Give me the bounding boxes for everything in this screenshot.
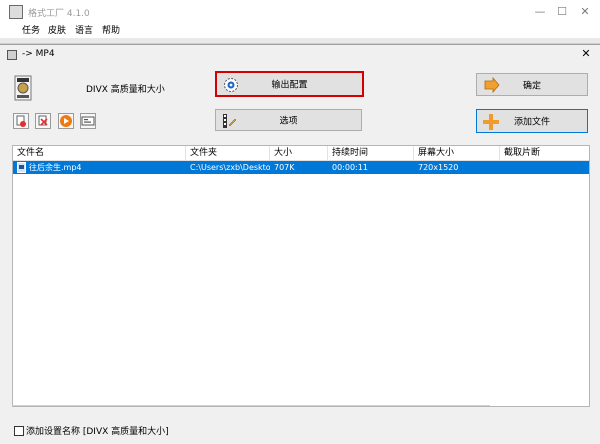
video-profile-icon [14,75,32,101]
column-header-screen-size[interactable]: 屏幕大小 [414,146,500,160]
column-header-folder[interactable]: 文件夹 [186,146,270,160]
column-header-clip[interactable]: 截取片断 [500,146,589,160]
play-button[interactable] [58,113,74,129]
column-header-duration[interactable]: 持续时间 [328,146,414,160]
menu-skin[interactable]: 皮肤 [48,24,66,38]
cell-size: 707K [274,163,295,172]
app-icon [9,5,23,19]
column-header-size[interactable]: 大小 [270,146,328,160]
cell-screen-size: 720x1520 [418,163,459,172]
save-setting-checkbox[interactable] [14,425,24,436]
cell-duration: 00:00:11 [332,163,368,172]
dialog-close-button[interactable]: ✕ [578,47,594,61]
column-header-filename[interactable]: 文件名 [13,146,186,160]
table-header: 文件名 文件夹 大小 持续时间 屏幕大小 截取片断 [13,146,589,161]
clear-icon [38,115,48,126]
profile-label: DIVX 高质量和大小 [86,85,165,95]
cell-clip [500,161,589,174]
play-icon [60,115,72,127]
save-setting-option[interactable]: 添加设置名称 [DIVX 高质量和大小] [14,424,169,437]
table-scroll-divider [12,405,490,406]
output-config-button[interactable]: 输出配置 [215,71,364,97]
media-info-button[interactable] [80,113,96,129]
file-list-table[interactable]: 文件名 文件夹 大小 持续时间 屏幕大小 截取片断 往后余生.mp4 C:\Us… [12,145,590,407]
menu-task[interactable]: 任务 [22,24,40,38]
dialog-title: -> MP4 [22,49,55,59]
dialog-icon [7,50,17,60]
main-window-title: 格式工厂 4.1.0 [28,9,90,19]
table-row[interactable]: 往后余生.mp4 C:\Users\zxb\Desktop 707K 00:00… [13,161,589,174]
maximize-button[interactable]: ☐ [551,3,573,21]
ok-button[interactable]: 确定 [476,73,588,96]
media-info-icon [81,116,95,126]
options-button[interactable]: 选项 [215,109,362,131]
cell-folder: C:\Users\zxb\Desktop [190,163,270,172]
close-button[interactable]: ✕ [574,3,596,21]
main-titlebar: 格式工厂 4.1.0 — ☐ ✕ [0,0,600,24]
minimize-button[interactable]: — [529,3,551,21]
add-file-label: 添加文件 [513,117,550,128]
remove-button[interactable] [13,113,29,129]
ok-label: 确定 [522,81,541,91]
menu-help[interactable]: 帮助 [102,24,120,38]
menubar: 任务 皮肤 语言 帮助 [0,24,600,38]
clear-list-button[interactable] [35,113,51,129]
remove-icon [16,115,26,127]
menu-language[interactable]: 语言 [75,24,93,38]
cell-filename: 往后余生.mp4 [29,163,82,172]
convert-dialog: -> MP4 ✕ DIVX 高质量和大小 输出配置 选项 确定 添加文件 文件名… [0,44,600,444]
options-label: 选项 [279,116,298,127]
output-config-label: 输出配置 [271,80,308,91]
save-setting-label: 添加设置名称 [DIVX 高质量和大小] [26,427,169,437]
add-file-button[interactable]: 添加文件 [476,109,588,133]
